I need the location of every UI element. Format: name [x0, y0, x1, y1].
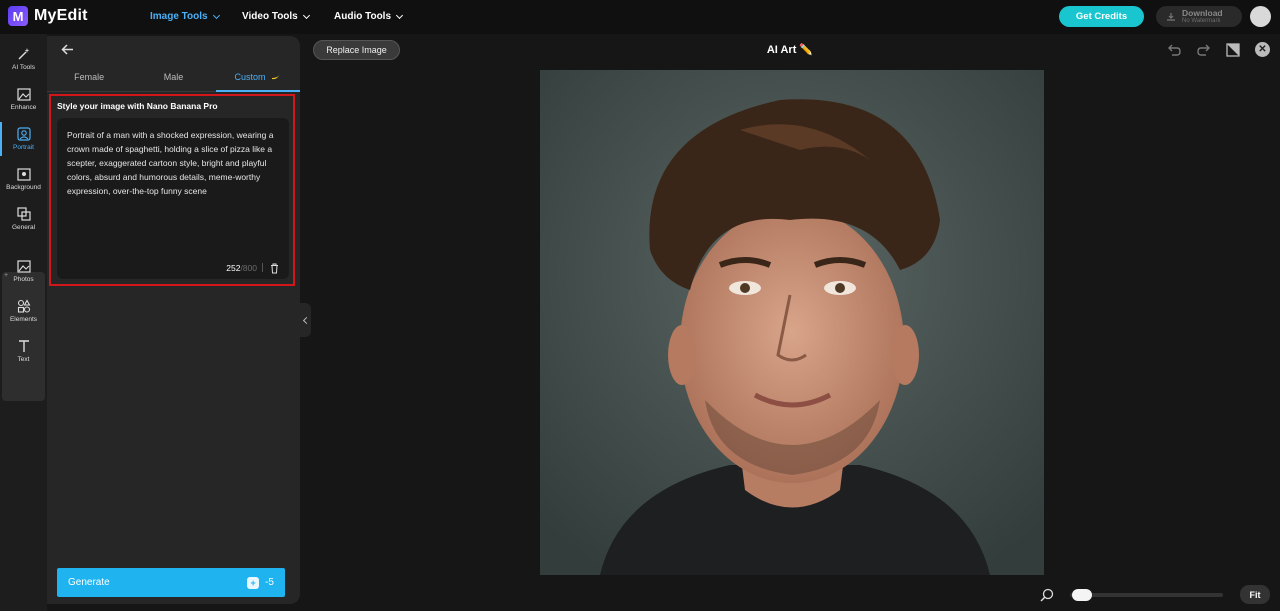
nav-audio-tools-label: Audio Tools — [334, 11, 392, 22]
zoom-icon[interactable] — [1040, 588, 1054, 602]
layers-icon — [16, 207, 31, 221]
undo-icon[interactable] — [1166, 42, 1182, 58]
tab-male[interactable]: Male — [131, 66, 215, 91]
nav-video-tools-label: Video Tools — [242, 11, 298, 22]
download-sublabel: No Watermark — [1182, 17, 1221, 24]
close-button[interactable]: ✕ — [1255, 42, 1270, 57]
prompt-textarea[interactable]: Portrait of a man with a shocked express… — [57, 118, 289, 279]
rail-label: Background — [6, 183, 41, 191]
app-logo[interactable]: M MyEdit — [8, 6, 88, 26]
divider — [262, 263, 263, 272]
fit-button[interactable]: Fit — [1240, 585, 1270, 604]
tab-custom-label: Custom — [234, 72, 266, 82]
generate-button[interactable]: Generate + -5 — [57, 568, 285, 597]
style-tabs: Female Male Custom — [47, 66, 301, 92]
generate-label: Generate — [68, 577, 110, 588]
nav-image-tools[interactable]: Image Tools — [150, 11, 220, 22]
rail-item-photos[interactable]: Photos — [0, 252, 47, 290]
rail-label: Text — [17, 356, 30, 363]
portrait-photo-icon — [540, 70, 1044, 575]
logo-mark-icon: M — [8, 6, 28, 26]
rail-item-text[interactable]: Text — [0, 332, 47, 370]
nav-video-tools[interactable]: Video Tools — [242, 11, 310, 22]
char-max: /800 — [240, 263, 257, 273]
nav-audio-tools[interactable]: Audio Tools — [334, 11, 404, 22]
credit-icon: + — [247, 576, 260, 589]
download-button[interactable]: Download No Watermark — [1156, 6, 1242, 27]
tool-rail: AI Tools Enhance Portrait Background Gen… — [0, 34, 47, 611]
rail-label: General — [11, 224, 36, 231]
generate-cost: + -5 — [247, 576, 274, 589]
rail-item-elements[interactable]: Elements — [0, 292, 47, 330]
rail-item-background[interactable]: Background — [0, 160, 47, 198]
rail-item-enhance[interactable]: Enhance — [0, 80, 47, 118]
portrait-panel: Female Male Custom Style your image with… — [47, 36, 301, 604]
trash-icon[interactable] — [270, 263, 279, 274]
get-credits-button[interactable]: Get Credits — [1059, 6, 1144, 27]
download-icon — [1167, 12, 1175, 21]
shapes-icon — [17, 299, 30, 313]
magic-wand-icon — [18, 48, 29, 60]
result-image — [540, 70, 1044, 575]
back-arrow-icon[interactable] — [61, 43, 74, 58]
rail-item-ai-tools[interactable]: AI Tools — [0, 40, 47, 78]
background-icon — [16, 167, 31, 181]
chevron-down-icon — [212, 11, 220, 19]
prompt-text: Portrait of a man with a shocked express… — [67, 130, 274, 196]
char-counter: 252/800 — [226, 263, 257, 273]
rail-label: Portrait — [13, 144, 34, 151]
compare-icon[interactable] — [1225, 42, 1241, 58]
canvas-title: AI Art ✏️ — [766, 44, 814, 56]
generate-cost-value: -5 — [265, 577, 274, 588]
photo-icon — [16, 259, 31, 273]
top-bar: M MyEdit Image Tools Video Tools Audio T… — [0, 0, 1280, 34]
char-count: 252 — [226, 263, 241, 273]
image-enhance-icon — [16, 87, 31, 101]
collapse-panel-button[interactable] — [300, 303, 311, 337]
rail-label: Photos — [13, 275, 34, 283]
rail-label: Enhance — [10, 103, 37, 111]
replace-image-button[interactable]: Replace Image — [313, 40, 400, 60]
rail-item-general[interactable]: General — [0, 200, 47, 238]
chevron-down-icon — [302, 11, 310, 19]
tab-custom[interactable]: Custom — [215, 66, 301, 92]
zoom-slider[interactable] — [1070, 593, 1223, 597]
rail-label: AI Tools — [11, 64, 35, 71]
rail-label: Elements — [9, 316, 38, 323]
avatar[interactable] — [1250, 6, 1271, 27]
text-icon — [18, 340, 29, 352]
banana-icon — [272, 74, 281, 80]
redo-icon[interactable] — [1196, 42, 1212, 58]
tab-female[interactable]: Female — [47, 66, 131, 91]
nav-image-tools-label: Image Tools — [150, 11, 208, 22]
zoom-slider-thumb[interactable] — [1071, 589, 1092, 601]
portrait-icon — [16, 127, 31, 141]
chevron-down-icon — [395, 11, 404, 19]
download-label: Download — [1182, 8, 1223, 19]
app-name: MyEdit — [34, 7, 88, 24]
rail-item-portrait[interactable]: Portrait — [0, 120, 47, 158]
section-title: Style your image with Nano Banana Pro — [57, 101, 218, 111]
chevron-left-icon — [302, 316, 311, 324]
